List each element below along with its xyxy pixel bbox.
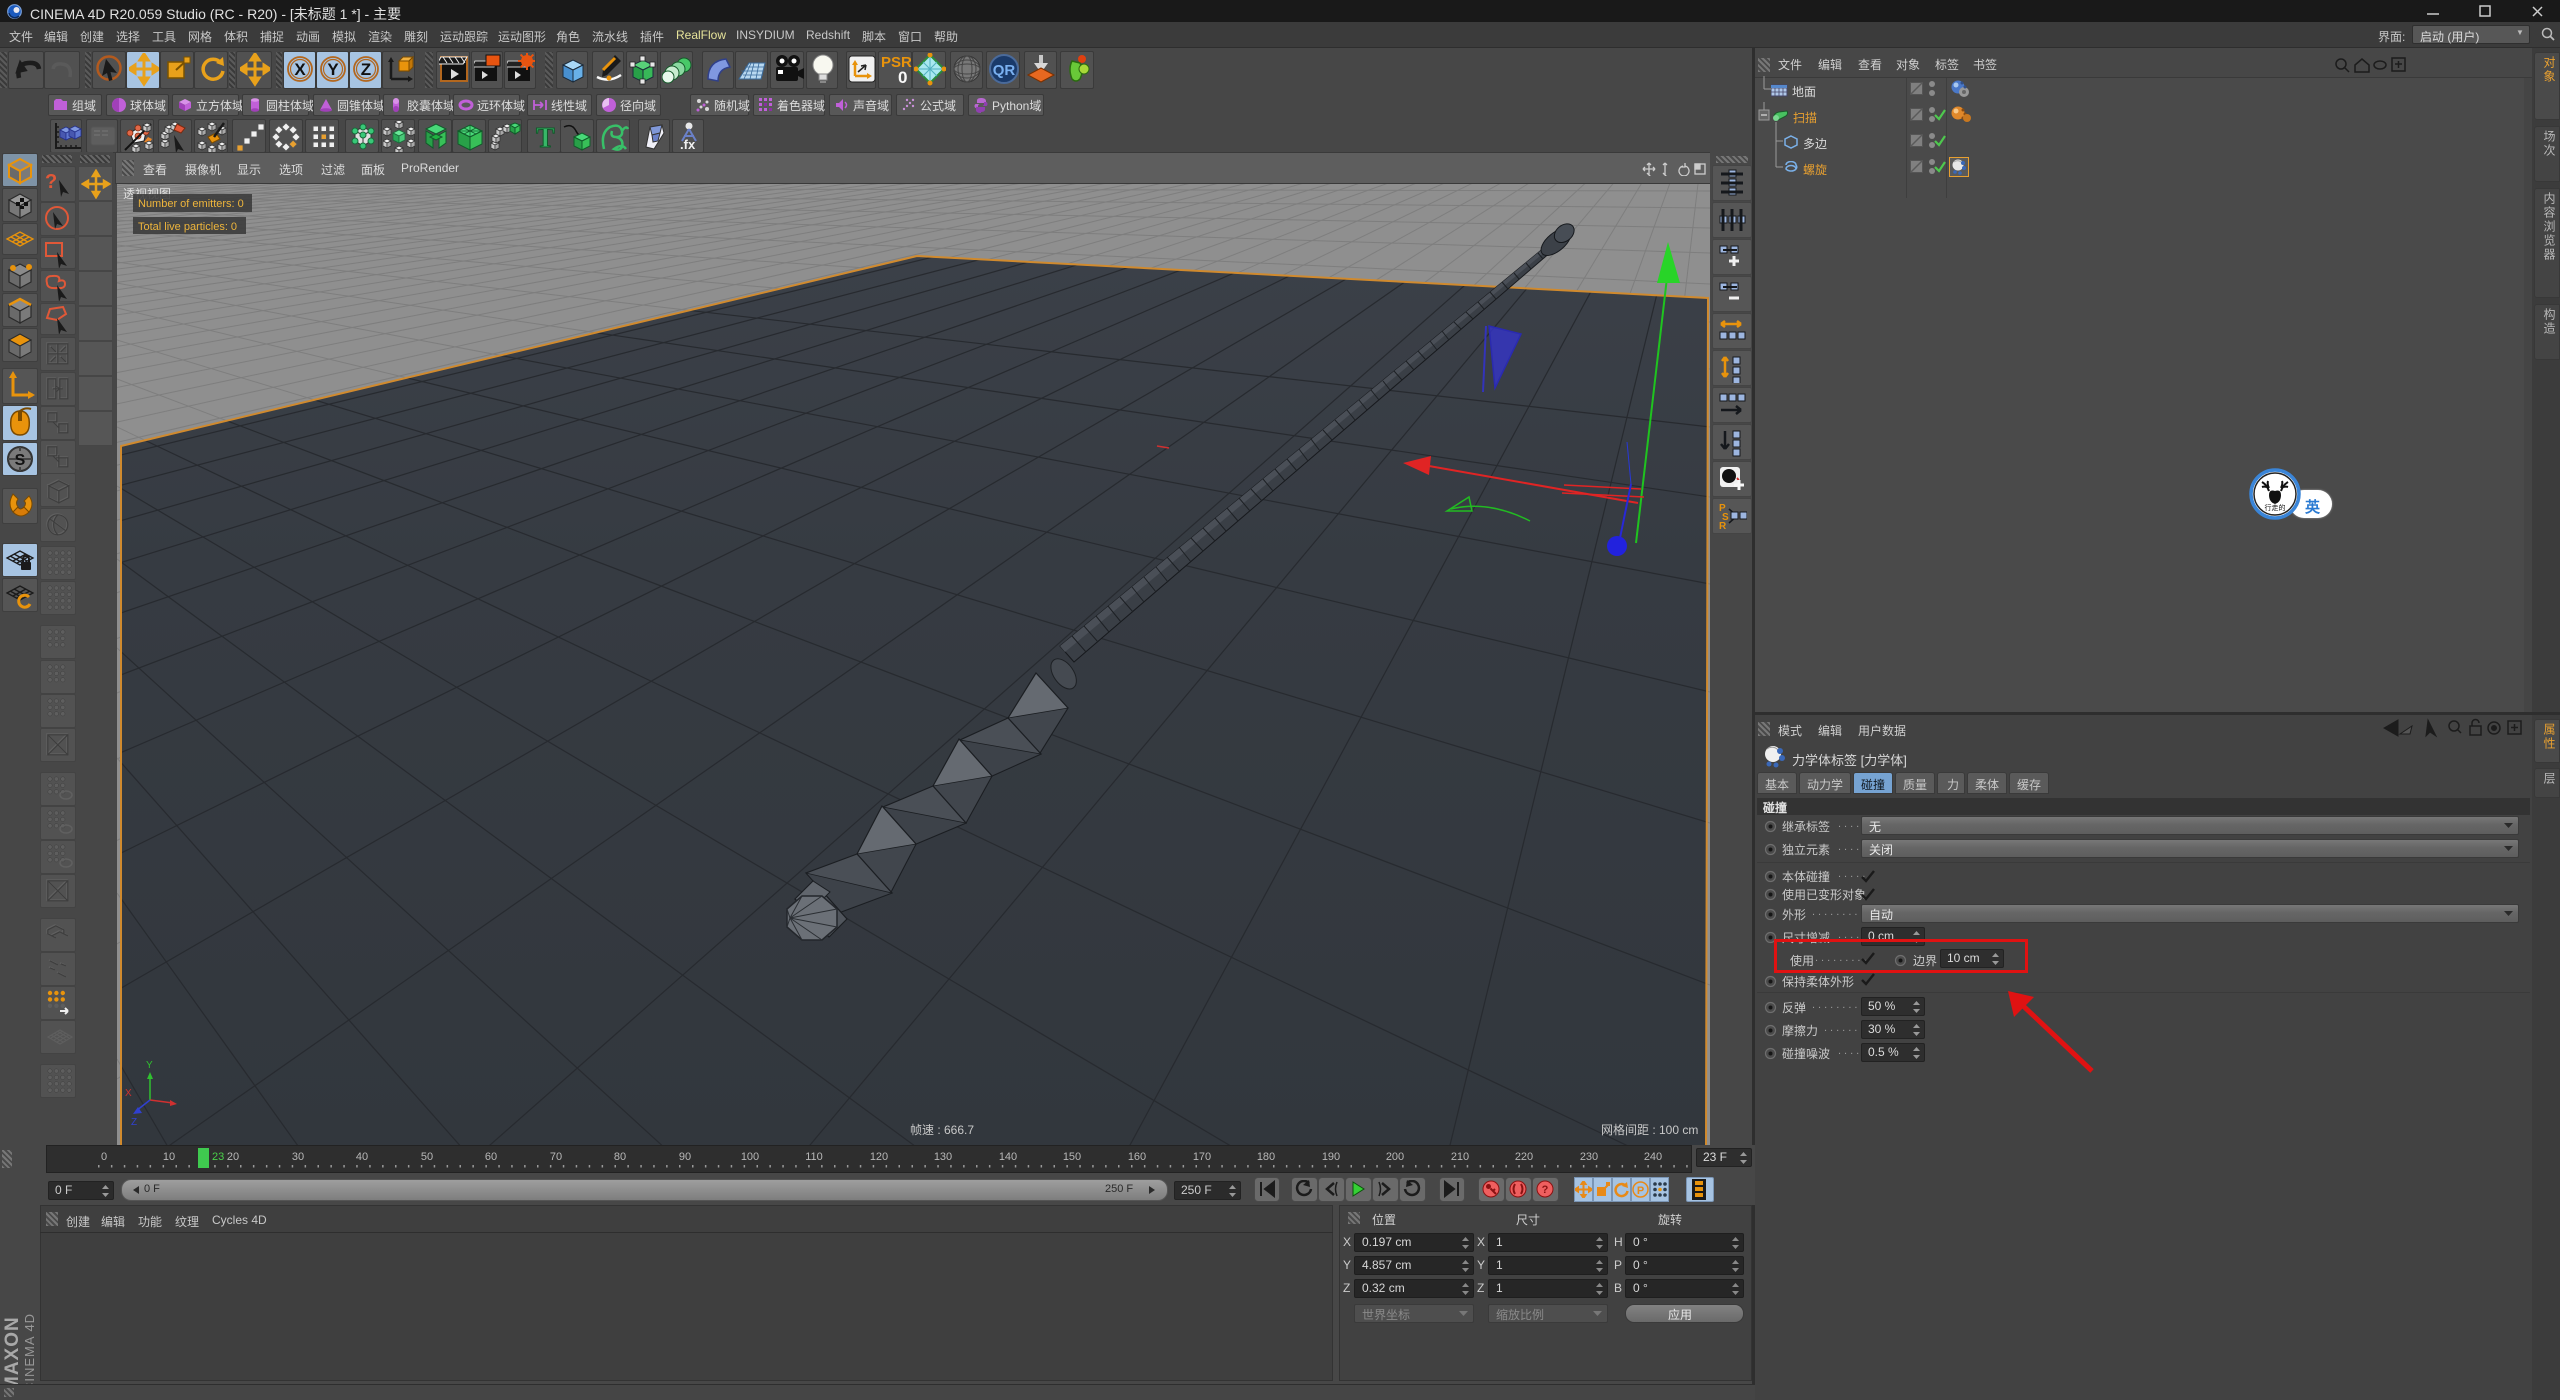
svg-text:60: 60 — [485, 1151, 497, 1163]
svg-text:行走的: 行走的 — [2265, 503, 2286, 512]
svg-text:240: 240 — [1644, 1151, 1662, 1163]
svg-text:80: 80 — [614, 1151, 626, 1163]
svg-text:40: 40 — [356, 1151, 368, 1163]
svg-text:X: X — [125, 1088, 132, 1099]
svg-text:?: ? — [1542, 1184, 1549, 1196]
svg-text:220: 220 — [1515, 1151, 1533, 1163]
svg-text:70: 70 — [550, 1151, 562, 1163]
svg-text:230: 230 — [1580, 1151, 1598, 1163]
svg-text:?: ? — [45, 171, 57, 193]
svg-text:30: 30 — [292, 1151, 304, 1163]
svg-text:50: 50 — [421, 1151, 433, 1163]
svg-text:帧速 : 666.7: 帧速 : 666.7 — [910, 1123, 974, 1137]
svg-text:0: 0 — [101, 1151, 107, 1163]
svg-text:23: 23 — [212, 1151, 224, 1163]
svg-text:20: 20 — [227, 1151, 239, 1163]
svg-text:10: 10 — [163, 1151, 175, 1163]
svg-text:110: 110 — [805, 1151, 823, 1163]
svg-text:网格间距 : 100 cm: 网格间距 : 100 cm — [1601, 1122, 1698, 1137]
svg-text:140: 140 — [999, 1151, 1017, 1163]
svg-text:120: 120 — [870, 1151, 888, 1163]
svg-text:Z: Z — [361, 60, 371, 79]
svg-text:Y: Y — [146, 1060, 153, 1071]
svg-text:S: S — [15, 452, 26, 469]
svg-text:190: 190 — [1322, 1151, 1340, 1163]
svg-text:P: P — [1637, 1185, 1644, 1197]
svg-text:200: 200 — [1386, 1151, 1404, 1163]
svg-text:180: 180 — [1257, 1151, 1275, 1163]
svg-text:150: 150 — [1063, 1151, 1081, 1163]
svg-text:90: 90 — [679, 1151, 691, 1163]
svg-text:R: R — [1719, 521, 1727, 531]
svg-text:100: 100 — [741, 1151, 759, 1163]
svg-text:160: 160 — [1128, 1151, 1146, 1163]
svg-text:0: 0 — [898, 68, 907, 87]
svg-text:170: 170 — [1193, 1151, 1211, 1163]
svg-text:.fx: .fx — [680, 137, 696, 151]
svg-text:Number of emitters: 0: Number of emitters: 0 — [138, 198, 244, 210]
svg-text:Total live particles: 0: Total live particles: 0 — [138, 221, 237, 233]
svg-text:T: T — [536, 123, 555, 153]
svg-text:210: 210 — [1451, 1151, 1469, 1163]
svg-text:130: 130 — [934, 1151, 952, 1163]
svg-text:Z: Z — [131, 1117, 137, 1128]
svg-text:QR: QR — [993, 62, 1016, 79]
svg-text:X: X — [294, 60, 306, 79]
svg-text:Y: Y — [327, 60, 339, 79]
